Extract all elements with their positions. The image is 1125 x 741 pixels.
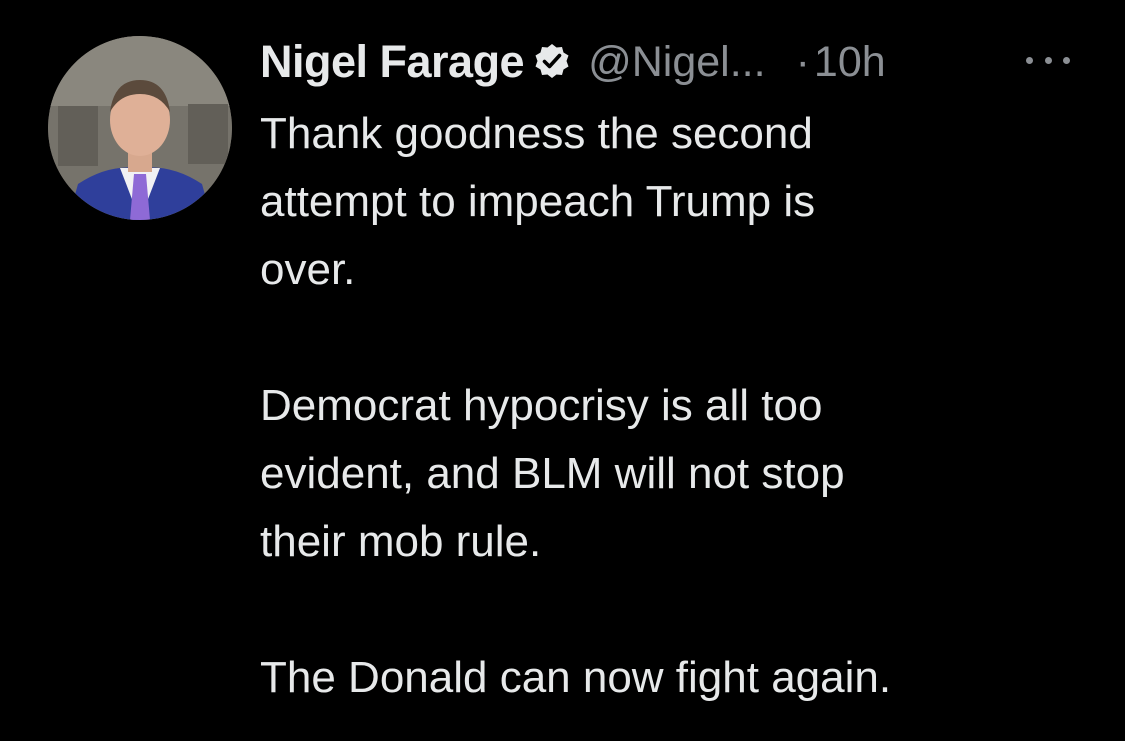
handle[interactable]: @Nigel... (588, 38, 765, 87)
text-line: Democrat hypocrisy is all too (260, 381, 823, 430)
display-name[interactable]: Nigel Farage (260, 36, 525, 88)
tweet-text: Thank goodness the second attempt to imp… (260, 100, 1090, 712)
paragraph: Democrat hypocrisy is all too evident, a… (260, 372, 1090, 576)
more-options-icon[interactable] (1026, 48, 1070, 72)
timestamp[interactable]: 10h (814, 38, 886, 87)
paragraph: The Donald can now fight again. (260, 644, 1090, 712)
avatar-image (48, 36, 232, 220)
text-line: Thank goodness the second (260, 109, 813, 158)
tweet[interactable]: Nigel Farage @Nigel... · 10h Thank goodn… (0, 0, 1125, 741)
separator-dot: · (795, 37, 810, 86)
text-line: evident, and BLM will not stop (260, 449, 845, 498)
text-line: their mob rule. (260, 517, 542, 566)
avatar[interactable] (48, 36, 232, 220)
tweet-header: Nigel Farage @Nigel... · 10h (260, 32, 1100, 92)
text-line: over. (260, 245, 356, 294)
text-line: The Donald can now fight again. (260, 653, 892, 702)
verified-badge-icon (532, 42, 572, 82)
text-line: attempt to impeach Trump is (260, 177, 816, 226)
paragraph: Thank goodness the second attempt to imp… (260, 100, 1090, 304)
